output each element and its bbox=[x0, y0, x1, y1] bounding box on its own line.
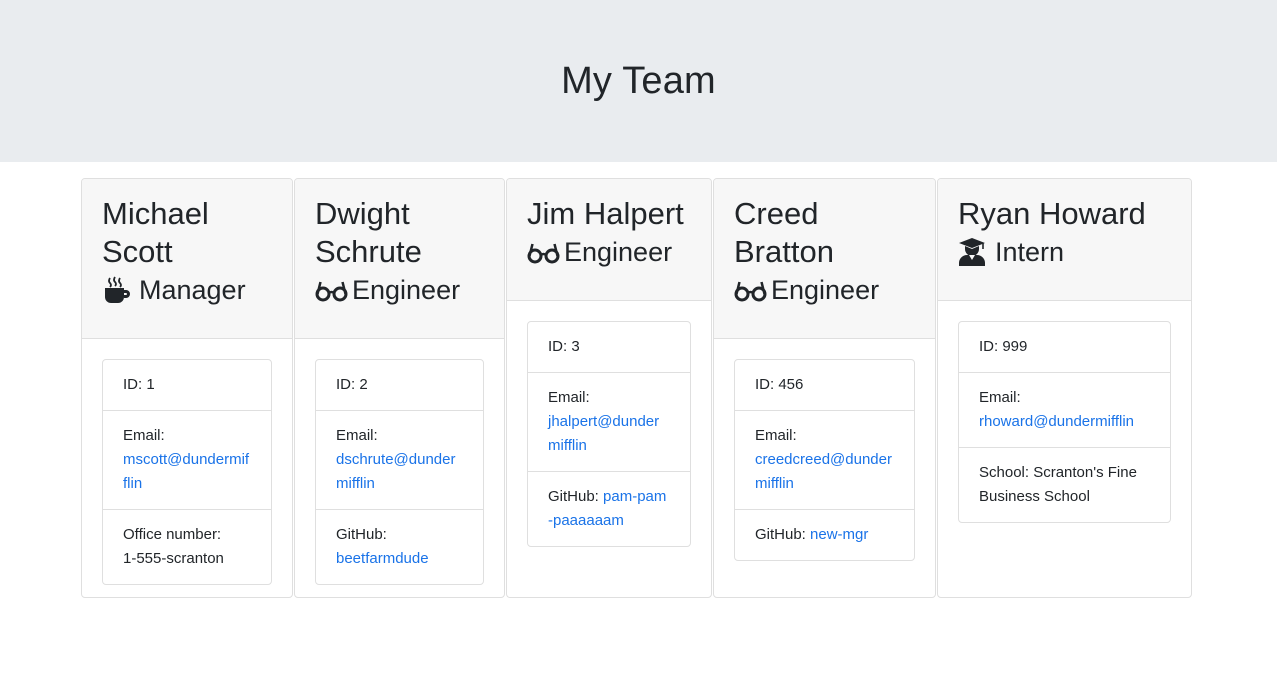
card-header: Creed Bratton Engineer bbox=[714, 179, 935, 339]
card-header: Jim Halpert Engineer bbox=[507, 179, 711, 301]
employee-role: Engineer bbox=[527, 233, 691, 271]
employee-card: Michael Scott Manager ID: 1 Email: mscot… bbox=[81, 178, 293, 598]
card-body: ID: 2 Email: dschrute@dundermifflin GitH… bbox=[295, 339, 504, 597]
email-link[interactable]: rhoward@dundermifflin bbox=[979, 413, 1134, 430]
card-header: Ryan Howard Intern bbox=[938, 179, 1191, 301]
card-header: Dwight Schrute Engineer bbox=[295, 179, 504, 339]
card-header: Michael Scott Manager bbox=[82, 179, 292, 339]
employee-card: Jim Halpert Engineer ID: 3 Email: jhalpe… bbox=[506, 178, 712, 598]
employee-role: Intern bbox=[958, 233, 1171, 271]
employee-id: ID: 456 bbox=[735, 360, 914, 411]
email-label: Email: bbox=[979, 389, 1021, 406]
employee-card: Dwight Schrute Engineer ID: 2 Email: dsc… bbox=[294, 178, 505, 598]
employee-details: ID: 3 Email: jhalpert@dundermifflin GitH… bbox=[527, 321, 691, 547]
employee-email-row: Email: rhoward@dundermifflin bbox=[959, 373, 1170, 448]
card-body: ID: 3 Email: jhalpert@dundermifflin GitH… bbox=[507, 301, 711, 567]
employee-card: Creed Bratton Engineer ID: 456 Email: cr… bbox=[713, 178, 936, 598]
email-link[interactable]: mscott@dundermifflin bbox=[123, 451, 249, 492]
mug-icon bbox=[102, 275, 132, 305]
email-link[interactable]: dschrute@dundermifflin bbox=[336, 451, 455, 492]
card-body: ID: 456 Email: creedcreed@dundermifflin … bbox=[714, 339, 935, 581]
employee-id: ID: 2 bbox=[316, 360, 483, 411]
employee-name: Dwight Schrute bbox=[315, 196, 422, 269]
github-label: GitHub: bbox=[548, 488, 604, 505]
employee-details: ID: 2 Email: dschrute@dundermifflin GitH… bbox=[315, 359, 484, 585]
role-label: Engineer bbox=[771, 275, 880, 305]
employee-email-row: Email: jhalpert@dundermifflin bbox=[528, 373, 690, 472]
email-link[interactable]: jhalpert@dundermifflin bbox=[548, 413, 659, 454]
employee-card: Ryan Howard Intern ID: 999 Email: rhowar… bbox=[937, 178, 1192, 598]
role-label: Manager bbox=[139, 275, 246, 305]
employee-details: ID: 999 Email: rhoward@dundermifflin Sch… bbox=[958, 321, 1171, 523]
graduate-icon bbox=[958, 237, 988, 267]
office-number-label: Office number: bbox=[123, 526, 222, 543]
github-row: GitHub: beetfarmdude bbox=[316, 510, 483, 584]
email-label: Email: bbox=[755, 427, 797, 444]
employee-role: Manager bbox=[102, 271, 272, 309]
email-link[interactable]: creedcreed@dundermifflin bbox=[755, 451, 892, 492]
glasses-icon bbox=[734, 275, 767, 305]
glasses-icon bbox=[527, 237, 560, 267]
github-label: GitHub: bbox=[755, 526, 811, 543]
card-body: ID: 1 Email: mscott@dundermifflin Office… bbox=[82, 339, 292, 597]
office-number-value: 1-555-scranton bbox=[123, 550, 224, 567]
role-label: Intern bbox=[995, 237, 1065, 267]
employee-name: Michael Scott bbox=[102, 196, 209, 269]
glasses-icon bbox=[315, 275, 348, 305]
employee-name: Ryan Howard bbox=[958, 196, 1146, 231]
employee-role: Engineer bbox=[734, 271, 915, 309]
github-label: GitHub: bbox=[336, 526, 387, 543]
school-label: School: bbox=[979, 464, 1034, 481]
employee-role: Engineer bbox=[315, 271, 484, 309]
employee-email-row: Email: dschrute@dundermifflin bbox=[316, 411, 483, 510]
employee-id: ID: 999 bbox=[959, 322, 1170, 373]
employee-name: Jim Halpert bbox=[527, 196, 684, 231]
page-title: My Team bbox=[561, 59, 716, 102]
email-label: Email: bbox=[336, 427, 378, 444]
school-row: School: Scranton's Fine Business School bbox=[959, 448, 1170, 522]
role-label: Engineer bbox=[564, 237, 673, 267]
employee-name: Creed Bratton bbox=[734, 196, 834, 269]
page-header: My Team bbox=[0, 0, 1277, 162]
role-label: Engineer bbox=[352, 275, 461, 305]
employee-email-row: Email: creedcreed@dundermifflin bbox=[735, 411, 914, 510]
github-link[interactable]: beetfarmdude bbox=[336, 550, 429, 567]
employee-id: ID: 1 bbox=[103, 360, 271, 411]
github-link[interactable]: new-mgr bbox=[810, 526, 868, 543]
team-cards: Michael Scott Manager ID: 1 Email: mscot… bbox=[81, 178, 1192, 598]
office-number-row: Office number: 1-555-scranton bbox=[103, 510, 271, 584]
github-row: GitHub: pam-pam-paaaaaam bbox=[528, 472, 690, 546]
email-label: Email: bbox=[123, 427, 165, 444]
github-row: GitHub: new-mgr bbox=[735, 510, 914, 560]
email-label: Email: bbox=[548, 389, 590, 406]
employee-id: ID: 3 bbox=[528, 322, 690, 373]
employee-details: ID: 456 Email: creedcreed@dundermifflin … bbox=[734, 359, 915, 561]
employee-details: ID: 1 Email: mscott@dundermifflin Office… bbox=[102, 359, 272, 585]
employee-email-row: Email: mscott@dundermifflin bbox=[103, 411, 271, 510]
card-body: ID: 999 Email: rhoward@dundermifflin Sch… bbox=[938, 301, 1191, 543]
